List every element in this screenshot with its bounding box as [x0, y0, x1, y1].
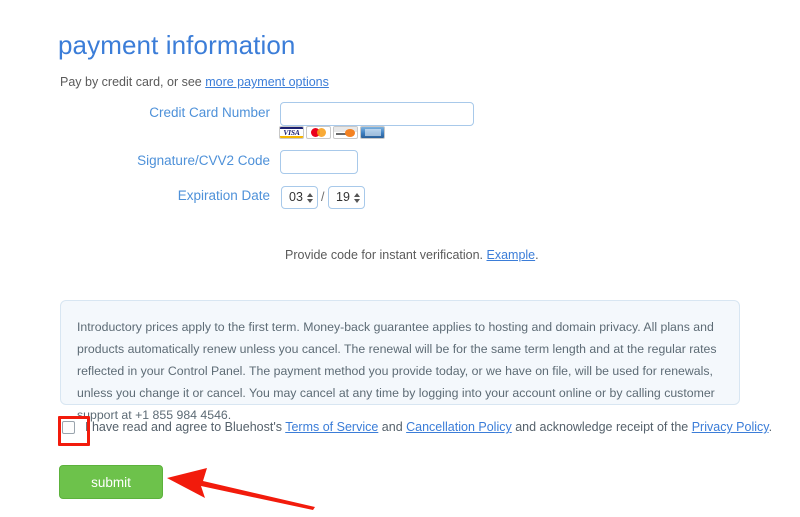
- submit-button[interactable]: submit: [59, 465, 163, 499]
- visa-card-icon-label: VISA: [283, 127, 300, 137]
- payment-information-page: payment information Pay by credit card, …: [0, 0, 800, 517]
- terms-of-service-link[interactable]: Terms of Service: [285, 420, 378, 434]
- expiration-month-value: 03: [289, 190, 303, 205]
- expiration-year-select[interactable]: 19: [328, 186, 365, 209]
- cvv-code-label: Signature/CVV2 Code: [137, 153, 270, 168]
- agreement-text-part-1: I have read and agree to Bluehost's: [85, 420, 286, 434]
- discover-card-icon: [333, 126, 358, 139]
- expiration-separator: /: [321, 190, 325, 204]
- credit-card-number-label: Credit Card Number: [149, 105, 270, 120]
- spinner-arrows-icon[interactable]: [306, 192, 313, 203]
- cancellation-policy-link[interactable]: Cancellation Policy: [406, 420, 512, 434]
- privacy-policy-link[interactable]: Privacy Policy: [692, 420, 769, 434]
- agreement-text-part-4: .: [768, 420, 773, 434]
- expiration-month-select[interactable]: 03: [281, 186, 318, 209]
- payment-subtitle: Pay by credit card, or see more payment …: [60, 75, 329, 89]
- cvv-code-input[interactable]: [280, 150, 358, 174]
- expiration-date-label: Expiration Date: [177, 188, 270, 203]
- more-payment-options-link[interactable]: more payment options: [205, 75, 329, 89]
- agreement-text-part-3: and acknowledge receipt of the: [511, 420, 692, 434]
- amex-card-icon: [360, 126, 385, 139]
- amex-block-icon: [364, 129, 381, 136]
- arrow-annotation-icon: [167, 468, 315, 510]
- verification-note: Provide code for instant verification. E…: [285, 248, 539, 262]
- renewal-disclaimer-text: Introductory prices apply to the first t…: [77, 320, 717, 422]
- agreement-text-part-2: and: [378, 420, 407, 434]
- discover-orb-icon: [345, 129, 355, 137]
- expiration-year-value: 19: [336, 190, 350, 205]
- accepted-cards-list: VISA: [279, 126, 385, 139]
- agreement-row[interactable]: I have read and agree to Bluehost's Term…: [62, 420, 772, 434]
- renewal-disclaimer-box: Introductory prices apply to the first t…: [60, 300, 740, 422]
- verification-note-period: .: [535, 248, 539, 262]
- spinner-arrows-icon[interactable]: [353, 192, 360, 203]
- agreement-label: I have read and agree to Bluehost's Term…: [85, 420, 772, 434]
- mastercard-card-icon: [306, 126, 331, 139]
- payment-subtitle-text: Pay by credit card, or see: [60, 75, 206, 89]
- example-link[interactable]: Example: [487, 248, 536, 262]
- visa-card-icon: VISA: [279, 126, 304, 139]
- credit-card-number-input[interactable]: [280, 102, 474, 126]
- agreement-checkbox[interactable]: [62, 420, 75, 434]
- verification-note-text: Provide code for instant verification.: [285, 248, 487, 262]
- mastercard-right-circle-icon: [317, 128, 326, 137]
- page-title: payment information: [58, 30, 296, 60]
